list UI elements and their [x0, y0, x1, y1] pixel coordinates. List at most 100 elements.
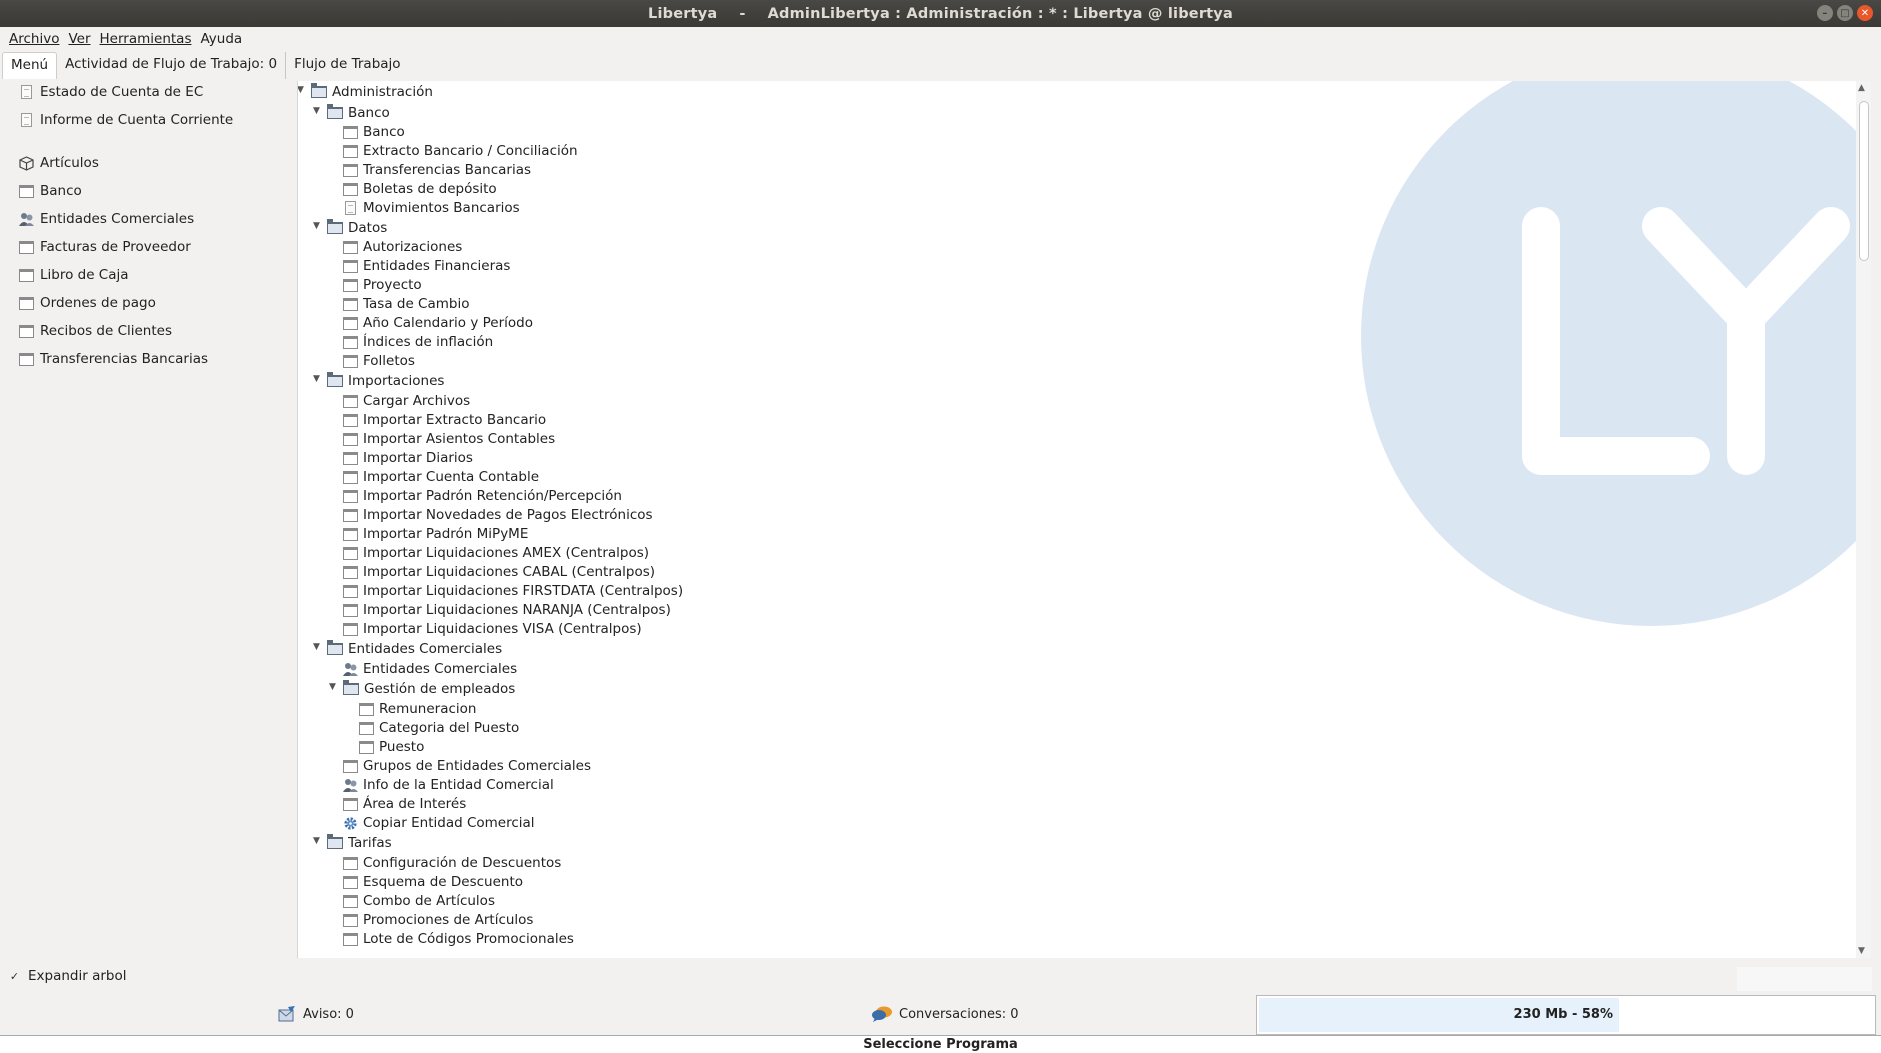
menu-archivo[interactable]: Archivo	[9, 31, 59, 47]
tree-node-banco[interactable]: ▼ Banco	[313, 104, 390, 122]
tree-node-promociones-de-articulos[interactable]: Promociones de Artículos	[343, 911, 533, 929]
menu-ver[interactable]: Ver	[68, 31, 90, 47]
close-button[interactable]: ✕	[1857, 5, 1873, 21]
tab-workflow[interactable]: Flujo de Trabajo	[286, 52, 408, 79]
window-icon	[359, 740, 374, 754]
tree-node-importar-liquidaciones-cabal-centralpos[interactable]: Importar Liquidaciones CABAL (Centralpos…	[343, 563, 655, 581]
tree-node-datos[interactable]: ▼ Datos	[313, 219, 388, 237]
tree-node-tasa-de-cambio[interactable]: Tasa de Cambio	[343, 295, 469, 313]
tree-node-importar-diarios[interactable]: Importar Diarios	[343, 449, 473, 467]
minimize-button[interactable]: –	[1817, 5, 1833, 21]
tree-node-copiar-entidad-comercial[interactable]: Copiar Entidad Comercial	[343, 814, 535, 832]
favorite-item-banco[interactable]: Banco	[19, 181, 82, 201]
tree-node-gestion-de-empleados[interactable]: ▼ Gestión de empleados	[329, 680, 515, 698]
tree-node-combo-de-articulos[interactable]: Combo de Artículos	[343, 892, 495, 910]
aviso-status[interactable]: Aviso: 0	[277, 1005, 354, 1023]
tree-node-lote-de-codigos-promocionales[interactable]: Lote de Códigos Promocionales	[343, 930, 574, 948]
tree-node-label: Importar Asientos Contables	[363, 431, 556, 447]
tree-node-indices-de-inflacion[interactable]: Índices de inflación	[343, 333, 493, 351]
favorite-item-label: Estado de Cuenta de EC	[40, 84, 204, 100]
favorite-item-articulos[interactable]: Artículos	[19, 153, 99, 173]
tree-node-transferencias-bancarias[interactable]: Transferencias Bancarias	[343, 161, 531, 179]
tree-node-info-de-la-entidad-comercial[interactable]: Info de la Entidad Comercial	[343, 776, 554, 794]
favorite-item-informe-de-cuenta-corriente[interactable]: Informe de Cuenta Corriente	[19, 110, 233, 130]
favorite-item-label: Recibos de Clientes	[40, 323, 172, 339]
folder-icon	[327, 219, 343, 234]
tree-node-importar-padron-retencion-percepcion[interactable]: Importar Padrón Retención/Percepción	[343, 487, 622, 505]
expand-tree-option[interactable]: ✓ Expandir arbol	[8, 968, 127, 984]
tree-node-configuracion-de-descuentos[interactable]: Configuración de Descuentos	[343, 854, 561, 872]
search-box[interactable]	[1737, 967, 1872, 991]
tree-node-autorizaciones[interactable]: Autorizaciones	[343, 238, 462, 256]
app-name: Libertya	[648, 5, 718, 22]
tab-menu[interactable]: Menú	[2, 52, 58, 79]
tree-node-administracion[interactable]: ▼ Administración	[298, 83, 433, 101]
expand-arrow-icon[interactable]: ▼	[298, 85, 304, 95]
tree-node-importaciones[interactable]: ▼ Importaciones	[313, 372, 444, 390]
gear-icon	[343, 816, 358, 831]
memory-indicator[interactable]: 230 Mb - 58%	[1256, 995, 1876, 1035]
window-icon	[343, 622, 358, 636]
tree-scrollbar[interactable]: ▲ ▼	[1856, 81, 1871, 958]
menu-ayuda[interactable]: Ayuda	[200, 31, 242, 47]
tree-node-categoria-del-puesto[interactable]: Categoria del Puesto	[359, 719, 519, 737]
window-icon	[343, 603, 358, 617]
window-icon	[343, 278, 358, 292]
tree-node-importar-novedades-de-pagos-electronicos[interactable]: Importar Novedades de Pagos Electrónicos	[343, 506, 653, 524]
tree-node-importar-liquidaciones-visa-centralpos[interactable]: Importar Liquidaciones VISA (Centralpos)	[343, 620, 642, 638]
favorite-item-facturas-de-proveedor[interactable]: Facturas de Proveedor	[19, 237, 191, 257]
tree-node-remuneracion[interactable]: Remuneracion	[359, 700, 476, 718]
conversations-status[interactable]: Conversaciones: 0	[871, 1005, 1019, 1023]
tree-node-importar-liquidaciones-amex-centralpos[interactable]: Importar Liquidaciones AMEX (Centralpos)	[343, 544, 649, 562]
favorite-item-transferencias-bancarias[interactable]: Transferencias Bancarias	[19, 349, 208, 369]
tree-node-importar-liquidaciones-naranja-centralpos[interactable]: Importar Liquidaciones NARANJA (Centralp…	[343, 601, 671, 619]
favorite-item-estado-de-cuenta-de-ec[interactable]: Estado de Cuenta de EC	[19, 82, 203, 102]
tree-node-banco[interactable]: Banco	[343, 123, 405, 141]
tree-node-esquema-de-descuento[interactable]: Esquema de Descuento	[343, 873, 523, 891]
tree-node-entidades-comerciales[interactable]: Entidades Comerciales	[343, 660, 517, 678]
scroll-down-icon[interactable]: ▼	[1858, 946, 1865, 956]
window-icon	[343, 797, 358, 811]
maximize-button[interactable]: □	[1837, 5, 1853, 21]
tree-node-boletas-de-deposito[interactable]: Boletas de depósito	[343, 180, 497, 198]
tree-node-folletos[interactable]: Folletos	[343, 352, 415, 370]
tree-node-importar-extracto-bancario[interactable]: Importar Extracto Bancario	[343, 411, 546, 429]
favorite-item-entidades-comerciales[interactable]: Entidades Comerciales	[19, 209, 194, 229]
tree-node-entidades-financieras[interactable]: Entidades Financieras	[343, 257, 510, 275]
favorite-item-ordenes-de-pago[interactable]: Ordenes de pago	[19, 293, 156, 313]
tree-node-label: Boletas de depósito	[363, 181, 497, 197]
expand-arrow-icon[interactable]: ▼	[313, 106, 320, 116]
menu-herramientas[interactable]: Herramientas	[100, 31, 192, 47]
tree-node-extracto-bancario-conciliacion[interactable]: Extracto Bancario / Conciliación	[343, 142, 578, 160]
tree-node-movimientos-bancarios[interactable]: Movimientos Bancarios	[343, 199, 520, 217]
tree-node-importar-asientos-contables[interactable]: Importar Asientos Contables	[343, 430, 555, 448]
expand-tree-checkbox[interactable]: ✓	[8, 970, 21, 983]
tree-node-puesto[interactable]: Puesto	[359, 738, 424, 756]
people-icon	[343, 662, 358, 677]
tree-node-proyecto[interactable]: Proyecto	[343, 276, 422, 294]
expand-arrow-icon[interactable]: ▼	[313, 836, 320, 846]
tree-node-importar-cuenta-contable[interactable]: Importar Cuenta Contable	[343, 468, 539, 486]
window-title: AdminLibertya : Administración : * : Lib…	[767, 5, 1233, 22]
scroll-thumb[interactable]	[1859, 101, 1869, 261]
scroll-up-icon[interactable]: ▲	[1858, 83, 1865, 93]
tree-node-ano-calendario-y-periodo[interactable]: Año Calendario y Período	[343, 314, 533, 332]
favorite-item-libro-de-caja[interactable]: Libro de Caja	[19, 265, 129, 285]
tree-node-importar-liquidaciones-firstdata-centralpos[interactable]: Importar Liquidaciones FIRSTDATA (Centra…	[343, 582, 683, 600]
favorite-item-recibos-de-clientes[interactable]: Recibos de Clientes	[19, 321, 172, 341]
folder-icon	[343, 680, 359, 695]
tree-node-area-de-interes[interactable]: Área de Interés	[343, 795, 466, 813]
expand-arrow-icon[interactable]: ▼	[329, 682, 336, 692]
expand-arrow-icon[interactable]: ▼	[313, 642, 320, 652]
expand-arrow-icon[interactable]: ▼	[313, 374, 320, 384]
tree-node-grupos-de-entidades-comerciales[interactable]: Grupos de Entidades Comerciales	[343, 757, 591, 775]
tree-node-tarifas[interactable]: ▼ Tarifas	[313, 834, 392, 852]
expand-arrow-icon[interactable]: ▼	[313, 221, 320, 231]
tab-workflow-activity[interactable]: Actividad de Flujo de Trabajo: 0	[57, 52, 287, 79]
window-icon	[343, 527, 358, 541]
tree-node-label: Banco	[363, 124, 405, 140]
tree-node-importar-padron-mipyme[interactable]: Importar Padrón MiPyME	[343, 525, 528, 543]
tree-node-entidades-comerciales[interactable]: ▼ Entidades Comerciales	[313, 640, 502, 658]
tree-node-cargar-archivos[interactable]: Cargar Archivos	[343, 392, 470, 410]
tree-node-label: Datos	[348, 220, 388, 236]
